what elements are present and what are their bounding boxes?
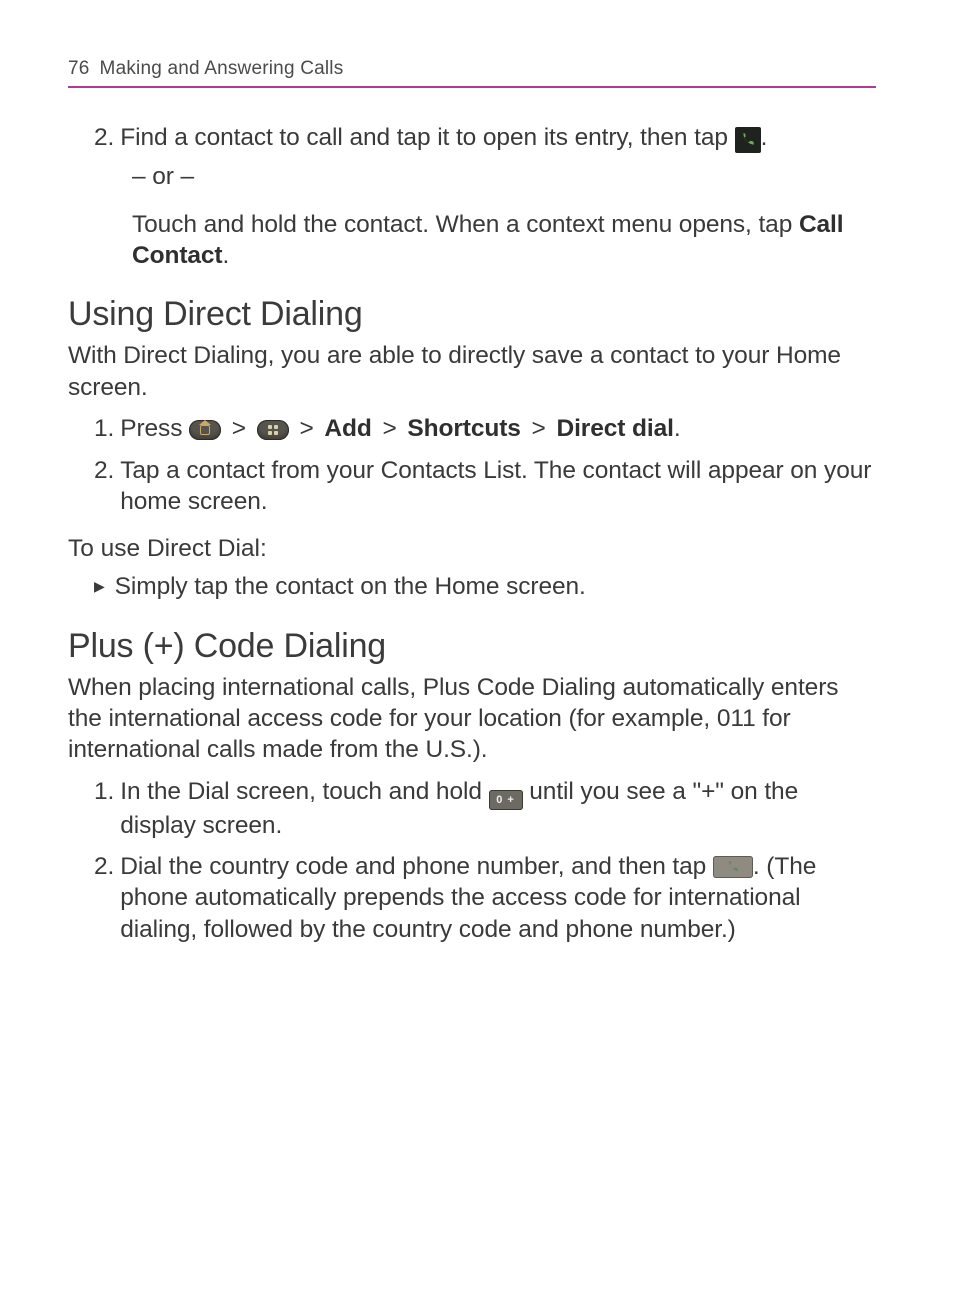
- step-content: Dial the country code and phone number, …: [120, 851, 876, 945]
- or-separator: – or –: [132, 161, 876, 192]
- bold-label: Add: [324, 415, 371, 442]
- text: Press: [120, 415, 189, 442]
- menu-button-icon: [257, 420, 289, 440]
- step-content: Find a contact to call and tap it to ope…: [120, 122, 876, 153]
- list-item: 2. Find a contact to call and tap it to …: [94, 122, 876, 153]
- list-item: 2. Dial the country code and phone numbe…: [94, 851, 876, 945]
- step-number: 2.: [94, 122, 114, 153]
- text: Touch and hold the contact. When a conte…: [132, 211, 799, 238]
- text: .: [223, 242, 230, 269]
- section-heading-direct-dialing: Using Direct Dialing: [68, 295, 876, 334]
- alt-instruction: Touch and hold the contact. When a conte…: [132, 209, 876, 272]
- page-number: 76: [68, 58, 90, 80]
- list-item: 1. In the Dial screen, touch and hold 0 …: [94, 776, 876, 841]
- bold-label: Shortcuts: [407, 415, 520, 442]
- home-button-icon: [189, 420, 221, 440]
- chevron-right-icon: >: [228, 415, 250, 442]
- text: Simply tap the contact on the Home scree…: [115, 571, 586, 602]
- step-list-continued: 2. Find a contact to call and tap it to …: [94, 122, 876, 153]
- step-number: 1.: [94, 776, 114, 841]
- chevron-right-icon: >: [528, 415, 550, 442]
- step-content: In the Dial screen, touch and hold 0 + u…: [120, 776, 876, 841]
- plus-code-steps: 1. In the Dial screen, touch and hold 0 …: [94, 776, 876, 945]
- triangle-bullet-icon: ▶: [94, 571, 105, 601]
- text: Find a contact to call and tap it to ope…: [120, 124, 734, 151]
- text: Dial the country code and phone number, …: [120, 853, 713, 880]
- bold-label: Direct dial: [556, 415, 673, 442]
- step-number: 2.: [94, 455, 114, 518]
- running-header: 76 Making and Answering Calls: [68, 58, 876, 88]
- text: In the Dial screen, touch and hold: [120, 778, 488, 805]
- manual-page: 76 Making and Answering Calls 2. Find a …: [0, 0, 954, 989]
- bullet-item: ▶ Simply tap the contact on the Home scr…: [94, 571, 876, 602]
- text: .: [674, 415, 681, 442]
- step-content: Press > > Add > Shortcuts > Direct dial.: [120, 413, 876, 444]
- chevron-right-icon: >: [378, 415, 400, 442]
- text: .: [761, 124, 768, 151]
- direct-dial-steps: 1. Press > > Add > Shortcuts > Direct di…: [94, 413, 876, 517]
- step-content: Tap a contact from your Contacts List. T…: [120, 455, 876, 518]
- call-button-icon: [713, 856, 753, 878]
- list-item: 2. Tap a contact from your Contacts List…: [94, 455, 876, 518]
- section-intro: With Direct Dialing, you are able to dir…: [68, 340, 876, 403]
- step-number: 1.: [94, 413, 114, 444]
- section-heading-plus-code: Plus (+) Code Dialing: [68, 627, 876, 666]
- subheading-use-direct-dial: To use Direct Dial:: [68, 535, 876, 563]
- section-intro: When placing international calls, Plus C…: [68, 672, 876, 766]
- zero-plus-key-icon: 0 +: [489, 790, 523, 810]
- list-item: 1. Press > > Add > Shortcuts > Direct di…: [94, 413, 876, 444]
- chevron-right-icon: >: [295, 415, 317, 442]
- call-icon: [735, 127, 761, 153]
- chapter-title: Making and Answering Calls: [100, 58, 344, 80]
- step-number: 2.: [94, 851, 114, 945]
